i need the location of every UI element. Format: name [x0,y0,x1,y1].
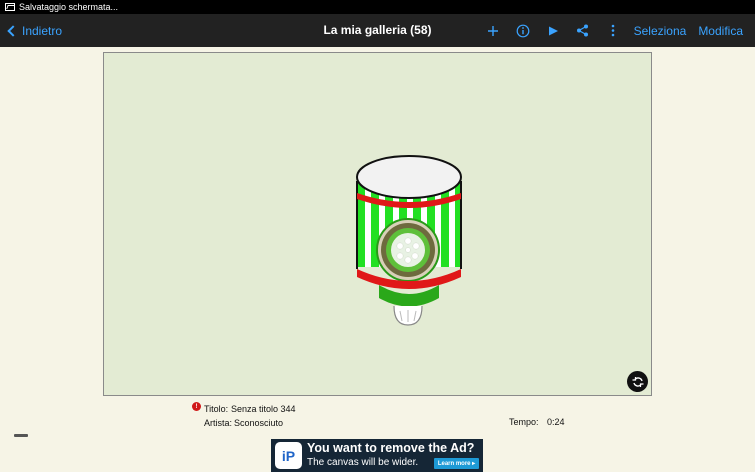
learn-more-button[interactable]: Learn more ▸ [434,458,479,469]
ad-headline: You want to remove the Ad? [307,441,475,455]
rotate-icon [632,376,643,387]
share-icon [577,24,589,37]
time-label: Tempo: [509,417,539,427]
more-vert-icon [611,24,614,37]
chevron-left-icon [7,24,19,37]
edit-button[interactable]: Modifica [692,24,749,38]
info-icon [516,24,529,37]
action-bar: Indietro La mia galleria (58) Seleziona … [0,14,755,47]
ad-banner[interactable]: iP You want to remove the Ad? The canvas… [271,439,483,472]
artwork-drawing [356,155,462,326]
share-button[interactable] [568,14,598,47]
more-menu-button[interactable] [598,14,628,47]
status-notification: Salvataggio schermata... [19,2,119,12]
artist-value: Sconosciuto [234,418,284,428]
select-button[interactable]: Seleziona [628,24,693,38]
artwork-canvas[interactable] [103,52,652,396]
scroll-indicator[interactable] [14,434,28,437]
play-button[interactable] [538,14,568,47]
ad-subline: The canvas will be wider. [307,457,419,468]
rotate-button[interactable] [627,371,648,392]
back-button[interactable]: Indietro [6,14,62,47]
app-logo-icon: iP [275,442,302,469]
back-label: Indietro [22,23,63,38]
screenshot-icon [5,3,15,11]
time-value: 0:24 [547,417,565,427]
status-bar: Salvataggio schermata... [0,0,755,14]
title-label: Titolo: [204,404,229,414]
plus-icon [487,25,498,36]
artist-label: Artista: [204,418,233,428]
title-value: Senza titolo 344 [231,404,296,414]
play-icon [548,26,558,35]
toolbar: Seleziona Modifica [478,14,749,47]
info-button[interactable] [508,14,538,47]
warning-icon: ! [192,402,201,411]
add-button[interactable] [478,14,508,47]
